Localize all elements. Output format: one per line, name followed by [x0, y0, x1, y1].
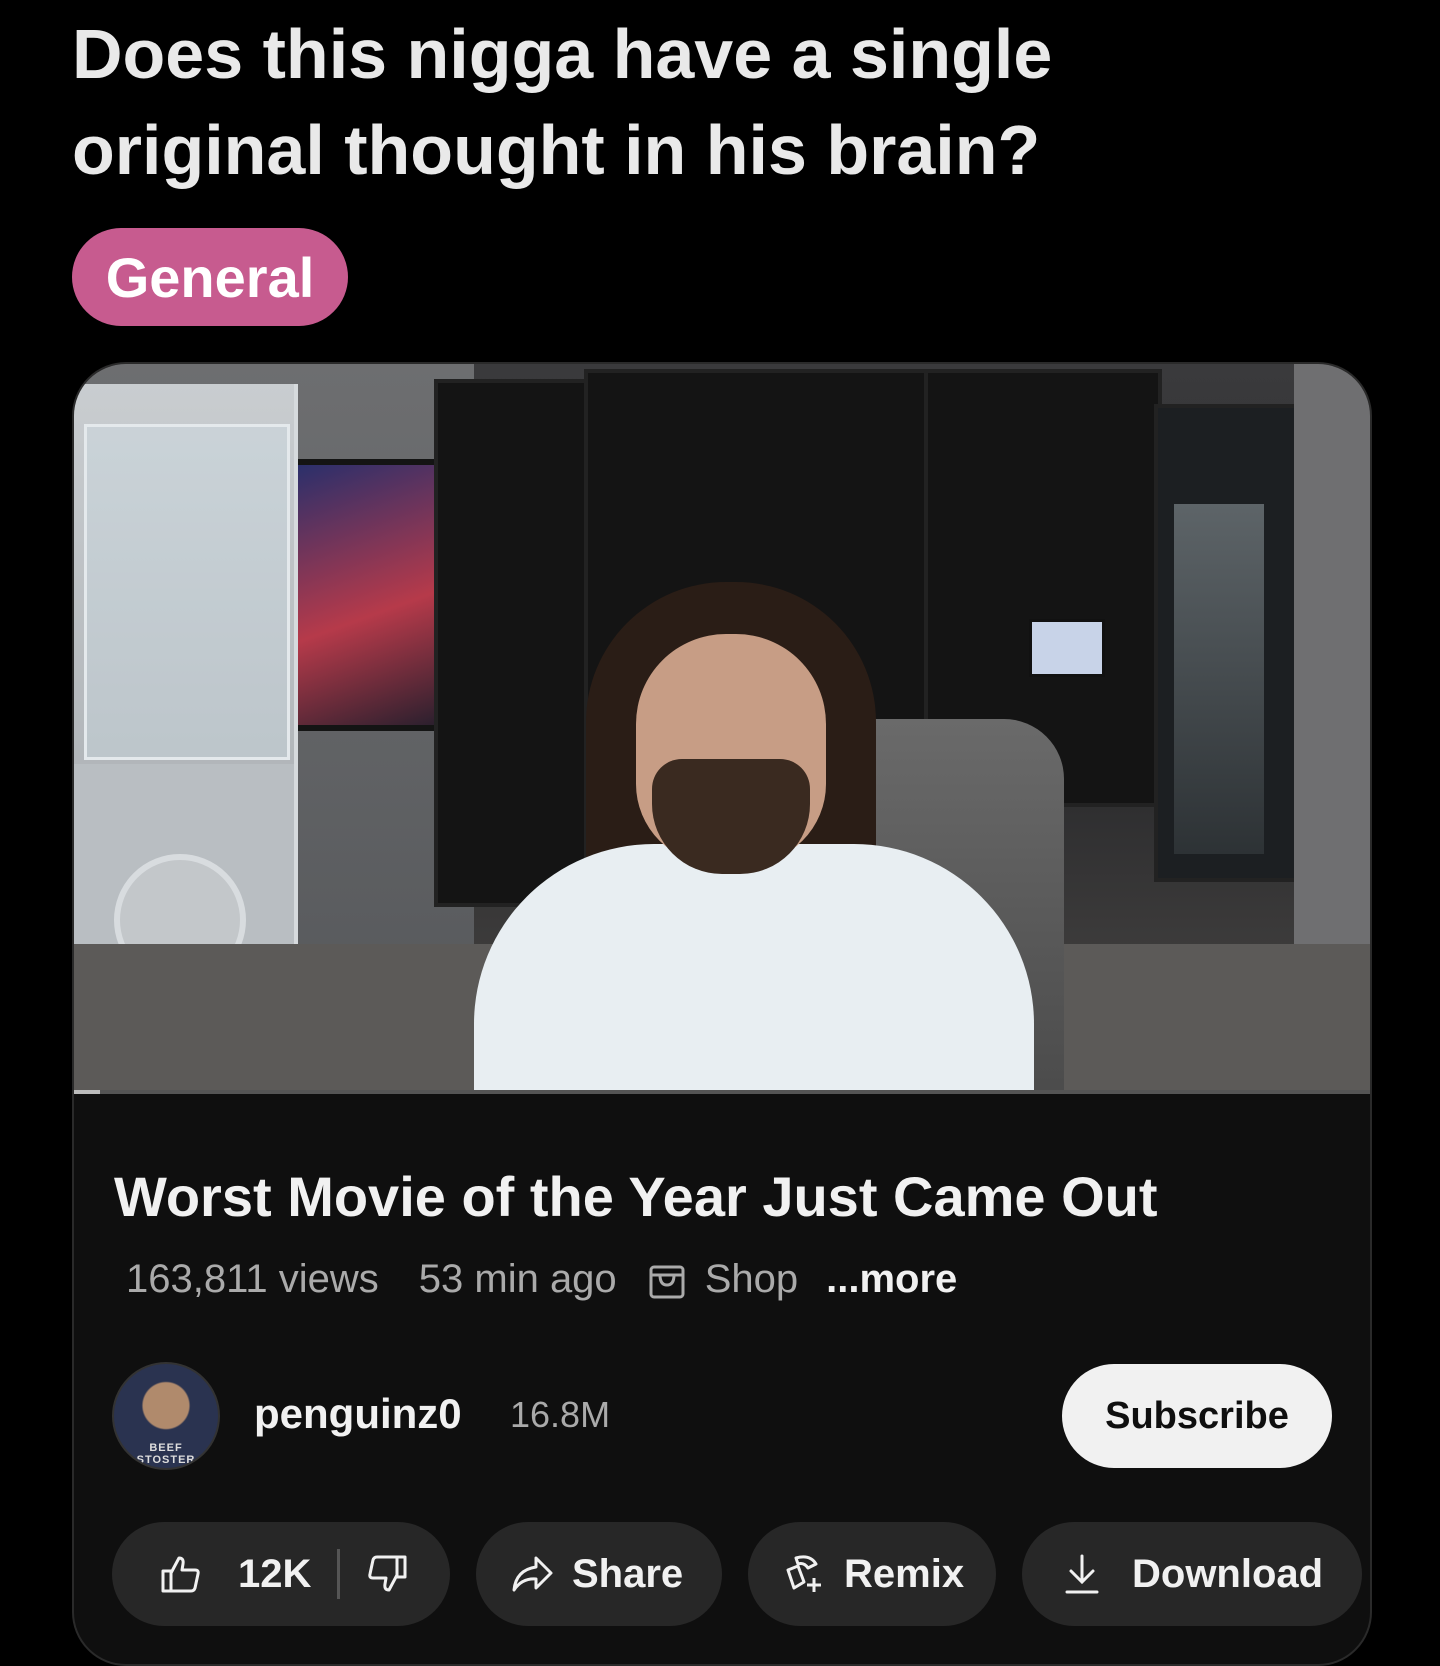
post-flair[interactable]: General [72, 228, 348, 326]
video-thumbnail[interactable] [74, 364, 1370, 1094]
like-count[interactable]: 12K [238, 1552, 311, 1597]
remix-icon [782, 1552, 826, 1596]
download-button[interactable]: Download [1022, 1522, 1362, 1626]
remix-label: Remix [844, 1551, 965, 1596]
thumbs-up-icon[interactable] [160, 1553, 202, 1595]
avatar-caption: BEEF STOSTER [136, 1442, 196, 1466]
shop-link[interactable]: Shop [705, 1257, 798, 1302]
shopping-bag-icon [647, 1257, 687, 1301]
view-count: 163,811 views [126, 1256, 379, 1301]
more-link[interactable]: ...more [826, 1257, 957, 1302]
youtube-embed-card: Worst Movie of the Year Just Came Out 16… [72, 362, 1372, 1666]
subscriber-count: 16.8M [510, 1394, 611, 1435]
avatar[interactable]: BEEF STOSTER [112, 1362, 220, 1470]
remix-button[interactable]: Remix [748, 1522, 996, 1626]
download-label: Download [1132, 1551, 1324, 1596]
channel-row: BEEF STOSTER penguinz0 16.8M Subscribe [112, 1362, 1332, 1472]
video-progress-bar[interactable] [74, 1090, 1370, 1094]
channel-name[interactable]: penguinz0 [254, 1390, 462, 1438]
download-icon [1062, 1552, 1102, 1596]
video-progress-fill [74, 1090, 100, 1094]
display-shelf [434, 379, 592, 907]
post-title: Does this nigga have a single original t… [72, 15, 1053, 189]
background-monitor [1029, 619, 1105, 677]
share-arrow-icon [510, 1554, 554, 1594]
like-divider [337, 1549, 341, 1599]
like-dislike-group: 12K [112, 1522, 450, 1626]
share-button[interactable]: Share [476, 1522, 722, 1626]
video-title[interactable]: Worst Movie of the Year Just Came Out [114, 1164, 1314, 1229]
thumbs-down-icon[interactable] [366, 1553, 408, 1595]
video-meta: 163,811 views 53 min ago Shop ...more [126, 1254, 957, 1304]
upload-age: 53 min ago [418, 1256, 617, 1301]
share-label: Share [572, 1551, 684, 1596]
subscribe-button[interactable]: Subscribe [1062, 1364, 1332, 1468]
action-bar: 12K Share Remix Download [112, 1522, 1370, 1626]
